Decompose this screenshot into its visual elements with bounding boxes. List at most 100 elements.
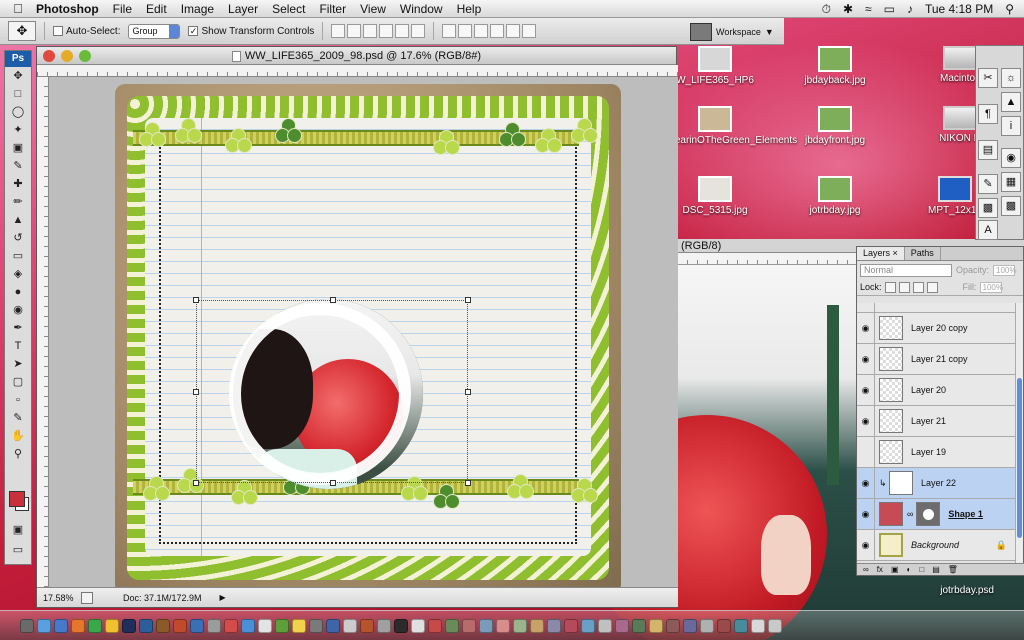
paint-bucket-tool-icon[interactable]: ◈ bbox=[5, 265, 31, 283]
tools-preset-icon[interactable]: ✂ bbox=[978, 68, 998, 88]
history-brush-tool-icon[interactable]: ↺ bbox=[5, 229, 31, 247]
display-icon[interactable]: ▭ bbox=[884, 2, 895, 16]
bridge-dock-icon[interactable] bbox=[156, 618, 170, 633]
navigator-icon[interactable]: ☼ bbox=[1001, 68, 1021, 88]
pen-tool-icon[interactable]: ✒ bbox=[5, 319, 31, 337]
zoom-window-icon[interactable] bbox=[79, 50, 91, 62]
menu-filter[interactable]: Filter bbox=[319, 2, 346, 16]
layer-visibility-eye-icon[interactable]: ◉ bbox=[857, 312, 875, 344]
menu-clock[interactable]: Tue 4:18 PM bbox=[925, 2, 993, 16]
paragraph-icon[interactable]: ¶ bbox=[978, 104, 998, 124]
hand-tool-icon[interactable]: ✋ bbox=[5, 427, 31, 445]
layer-row[interactable]: Layer 19 bbox=[857, 436, 1017, 468]
link-layers-icon[interactable]: ∞ bbox=[863, 564, 869, 575]
lock-transparency-icon[interactable] bbox=[884, 281, 896, 293]
app-icon[interactable] bbox=[258, 618, 272, 633]
app-icon[interactable] bbox=[207, 618, 221, 633]
brushes-icon[interactable]: ✎ bbox=[978, 174, 998, 194]
minimized-window-icon[interactable] bbox=[496, 618, 510, 633]
brush-tool-icon[interactable]: ✏ bbox=[5, 193, 31, 211]
minimized-window-icon[interactable] bbox=[547, 618, 561, 633]
add-mask-icon[interactable]: ▣ bbox=[891, 564, 899, 575]
minimized-window-icon[interactable] bbox=[717, 618, 731, 633]
layer-visibility-eye-icon[interactable]: ◉ bbox=[857, 467, 875, 499]
close-window-icon[interactable] bbox=[43, 50, 55, 62]
close-tab-icon[interactable]: × bbox=[893, 248, 898, 258]
app-icon[interactable] bbox=[343, 618, 357, 633]
app-menu[interactable]: Photoshop bbox=[36, 2, 99, 16]
distribute-hcenter-icon[interactable] bbox=[506, 24, 521, 38]
minimized-window-icon[interactable] bbox=[598, 618, 612, 633]
desktop-icon-jbdayfront[interactable]: jbdayfront.jpg bbox=[780, 106, 890, 146]
layer-visibility-eye-icon[interactable]: ◉ bbox=[857, 498, 875, 530]
bridge-icon[interactable] bbox=[690, 22, 712, 41]
firefox-icon[interactable] bbox=[71, 618, 85, 633]
show-transform-checkbox[interactable]: ✓ Show Transform Controls bbox=[188, 26, 314, 37]
app-icon[interactable] bbox=[360, 618, 374, 633]
screen-mode-icon[interactable]: ▭ bbox=[5, 541, 31, 559]
layer-visibility-hidden-icon[interactable] bbox=[857, 436, 875, 468]
healing-brush-tool-icon[interactable]: ✚ bbox=[5, 175, 31, 193]
delete-layer-icon[interactable]: 🗑 bbox=[948, 564, 958, 575]
clone-stamp-tool-icon[interactable]: ▲ bbox=[5, 211, 31, 229]
layer-row[interactable]: ◉ Layer 20 bbox=[857, 374, 1017, 406]
app-icon[interactable] bbox=[377, 618, 391, 633]
finder-icon[interactable] bbox=[20, 618, 34, 633]
illustrator-dock-icon[interactable] bbox=[173, 618, 187, 633]
volume-icon[interactable]: ♪ bbox=[907, 2, 913, 16]
minimize-window-icon[interactable] bbox=[61, 50, 73, 62]
align-vcenter-icon[interactable] bbox=[347, 24, 362, 38]
wifi-icon[interactable]: ≈ bbox=[865, 2, 872, 16]
layer-row[interactable]: ◉ Layer 21 bbox=[857, 405, 1017, 437]
zoom-tool-icon[interactable]: ⚲ bbox=[5, 445, 31, 463]
menu-help[interactable]: Help bbox=[457, 2, 482, 16]
vertical-ruler[interactable] bbox=[37, 77, 49, 589]
document-window[interactable]: WW_LIFE365_2009_98.psd @ 17.6% (RGB/8#) bbox=[36, 46, 678, 608]
align-bottom-icon[interactable] bbox=[363, 24, 378, 38]
distribute-right-icon[interactable] bbox=[522, 24, 537, 38]
trash-icon[interactable] bbox=[768, 618, 782, 633]
quick-select-tool-icon[interactable]: ✦ bbox=[5, 121, 31, 139]
layer-row-selected[interactable]: ◉ ↳ Layer 22 bbox=[857, 467, 1017, 499]
document-titlebar[interactable]: WW_LIFE365_2009_98.psd @ 17.6% (RGB/8#) bbox=[37, 47, 676, 65]
align-hcenter-icon[interactable] bbox=[395, 24, 410, 38]
blend-mode-dropdown[interactable]: Normal bbox=[860, 263, 952, 277]
minimized-window-icon[interactable] bbox=[615, 618, 629, 633]
transform-handle[interactable] bbox=[330, 480, 336, 486]
align-right-icon[interactable] bbox=[411, 24, 426, 38]
minimized-window-icon[interactable] bbox=[649, 618, 663, 633]
minimized-window-icon[interactable] bbox=[581, 618, 595, 633]
menu-view[interactable]: View bbox=[360, 2, 386, 16]
layer-row[interactable]: ◉ Background 🔒 bbox=[857, 529, 1017, 561]
layer-style-icon[interactable]: fx bbox=[877, 564, 883, 575]
menu-file[interactable]: File bbox=[113, 2, 132, 16]
horizontal-ruler[interactable] bbox=[37, 65, 678, 77]
app-icon[interactable] bbox=[309, 618, 323, 633]
minimized-window-icon[interactable] bbox=[428, 618, 442, 633]
minimized-window-icon[interactable] bbox=[564, 618, 578, 633]
bluetooth-icon[interactable]: ✱ bbox=[843, 2, 853, 16]
blur-tool-icon[interactable]: ● bbox=[5, 283, 31, 301]
desktop-icon-jotrbday-psd[interactable]: jotrbday.psd bbox=[940, 585, 994, 596]
layer-visibility-eye-icon[interactable]: ◉ bbox=[857, 529, 875, 561]
transform-handle[interactable] bbox=[465, 480, 471, 486]
app-icon[interactable] bbox=[224, 618, 238, 633]
path-select-tool-icon[interactable]: ➤ bbox=[5, 355, 31, 373]
transform-handle[interactable] bbox=[193, 389, 199, 395]
clone-source-icon[interactable]: ▩ bbox=[978, 198, 998, 218]
mask-link-icon[interactable]: ∞ bbox=[907, 509, 913, 519]
photoshop-dock-icon[interactable] bbox=[139, 618, 153, 633]
lock-position-icon[interactable] bbox=[912, 281, 924, 293]
menu-layer[interactable]: Layer bbox=[228, 2, 258, 16]
color-sampler-tool-icon[interactable]: ✎ bbox=[5, 409, 31, 427]
tab-layers[interactable]: Layers × bbox=[857, 247, 905, 260]
minimized-window-icon[interactable] bbox=[700, 618, 714, 633]
eraser-tool-icon[interactable]: ▭ bbox=[5, 247, 31, 265]
transform-bounding-box[interactable] bbox=[193, 297, 471, 486]
transform-handle[interactable] bbox=[465, 389, 471, 395]
transform-handle[interactable] bbox=[330, 297, 336, 303]
minimized-window-icon[interactable] bbox=[666, 618, 680, 633]
mail-icon[interactable] bbox=[54, 618, 68, 633]
desktop-icon-jbdayback[interactable]: jbdayback.jpg bbox=[780, 46, 890, 86]
lasso-tool-icon[interactable]: ◯ bbox=[5, 103, 31, 121]
